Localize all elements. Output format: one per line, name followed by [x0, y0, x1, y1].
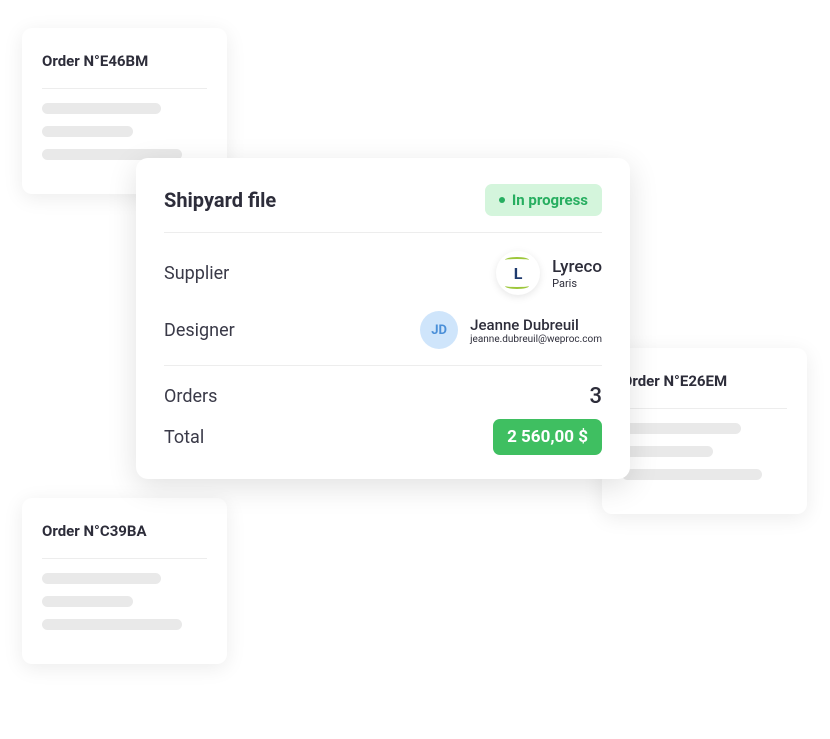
supplier-block[interactable]: L Lyreco Paris — [496, 251, 602, 295]
skeleton-line — [42, 103, 161, 114]
divider — [42, 88, 207, 89]
orders-label: Orders — [164, 386, 217, 407]
skeleton-line — [42, 596, 133, 607]
avatar: JD — [420, 311, 458, 349]
skeleton-line — [42, 619, 182, 630]
order-card-title: Order N°E26EM — [622, 372, 787, 390]
status-badge: In progress — [485, 184, 602, 216]
divider — [622, 408, 787, 409]
designer-block[interactable]: JD Jeanne Dubreuil jeanne.dubreuil@wepro… — [420, 311, 602, 349]
designer-label: Designer — [164, 320, 235, 341]
divider — [164, 365, 602, 366]
shipyard-file-card: Shipyard file In progress Supplier L Lyr… — [136, 158, 630, 479]
supplier-label: Supplier — [164, 263, 229, 284]
order-card-c39ba[interactable]: Order N°C39BA — [22, 498, 227, 664]
orders-count: 3 — [589, 384, 602, 409]
skeleton-line — [622, 469, 762, 480]
supplier-logo-icon: L — [496, 251, 540, 295]
order-card-e26em[interactable]: Order N°E26EM — [602, 348, 807, 514]
designer-name: Jeanne Dubreuil — [470, 316, 602, 334]
skeleton-line — [42, 573, 161, 584]
card-title: Shipyard file — [164, 188, 276, 212]
designer-email: jeanne.dubreuil@weproc.com — [470, 334, 602, 345]
total-badge: 2 560,00 $ — [493, 419, 602, 455]
divider — [164, 232, 602, 233]
total-label: Total — [164, 427, 204, 448]
supplier-name: Lyreco — [552, 257, 602, 277]
supplier-city: Paris — [552, 277, 602, 290]
order-card-title: Order N°E46BM — [42, 52, 207, 70]
status-text: In progress — [512, 191, 588, 209]
status-dot-icon — [499, 197, 505, 203]
skeleton-line — [622, 423, 741, 434]
skeleton-line — [622, 446, 713, 457]
divider — [42, 558, 207, 559]
order-card-title: Order N°C39BA — [42, 522, 207, 540]
skeleton-line — [42, 126, 133, 137]
